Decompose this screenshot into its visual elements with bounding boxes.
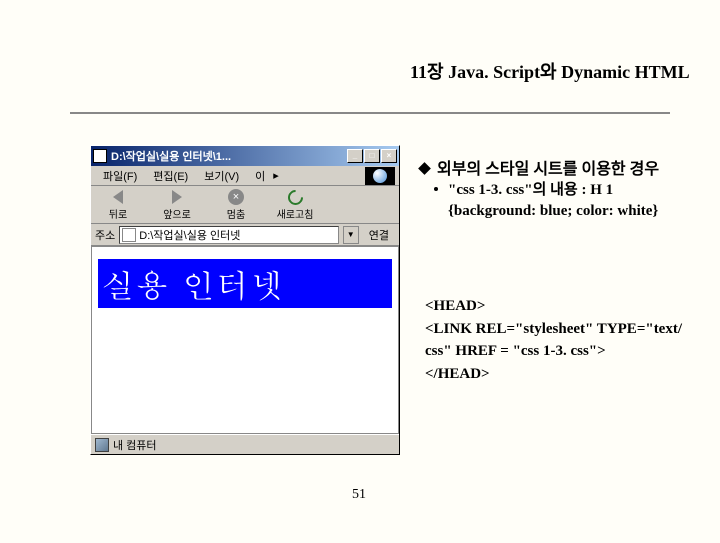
forward-label: 앞으로: [163, 206, 191, 221]
slide-title: 11장 Java. Script와 Dynamic HTML: [410, 58, 690, 84]
code-line: <LINK REL="stylesheet" TYPE="text/ css" …: [425, 318, 695, 363]
dot-bullet-icon: [434, 187, 438, 191]
status-text: 내 컴퓨터: [113, 437, 157, 453]
browser-viewport[interactable]: 실용 인터넷: [91, 246, 399, 434]
code-line: </HEAD>: [425, 363, 695, 386]
go-button[interactable]: 연결: [363, 227, 395, 243]
bullet-main: 외부의 스타일 시트를 이용한 경우: [420, 155, 700, 179]
back-button[interactable]: 뒤로: [95, 188, 141, 221]
back-label: 뒤로: [109, 206, 127, 221]
page-icon: [122, 228, 136, 242]
refresh-icon: [285, 188, 305, 206]
forward-arrow-icon: [167, 188, 187, 206]
address-dropdown-icon[interactable]: ▼: [343, 226, 359, 244]
demo-h1: 실용 인터넷: [98, 259, 392, 308]
address-value: D:\작업실\실용 인터넷: [139, 227, 240, 243]
computer-icon: [95, 438, 109, 452]
address-bar: 주소 D:\작업실\실용 인터넷 ▼ 연결: [91, 224, 399, 246]
window-buttons: _ □ ×: [347, 149, 397, 163]
ie-icon: [93, 149, 107, 163]
stop-label: 멈춤: [227, 206, 245, 221]
title-underline: [70, 112, 670, 114]
code-block: <HEAD> <LINK REL="stylesheet" TYPE="text…: [425, 295, 695, 385]
window-title-text: D:\작업실\실용 인터넷\1...: [111, 148, 347, 164]
menu-file[interactable]: 파일(F): [95, 166, 145, 186]
ie-logo: [365, 167, 395, 185]
window-titlebar[interactable]: D:\작업실\실용 인터넷\1... _ □ ×: [91, 146, 399, 166]
menu-overflow-icon[interactable]: ▸: [273, 169, 279, 182]
menubar: 파일(F) 편집(E) 보기(V) 이 ▸: [91, 166, 399, 186]
stop-button[interactable]: × 멈춤: [213, 188, 259, 221]
menu-more[interactable]: 이: [247, 166, 273, 186]
forward-button[interactable]: 앞으로: [149, 188, 205, 221]
minimize-button[interactable]: _: [347, 149, 363, 163]
close-button[interactable]: ×: [381, 149, 397, 163]
menu-view[interactable]: 보기(V): [196, 166, 247, 186]
statusbar: 내 컴퓨터: [91, 434, 399, 454]
maximize-button[interactable]: □: [364, 149, 380, 163]
sub-bullet-text: "css 1-3. css"의 내용 : H 1 {background: bl…: [448, 182, 658, 219]
refresh-label: 새로고침: [277, 206, 314, 221]
page-number: 51: [352, 487, 366, 503]
sub-bullet: "css 1-3. css"의 내용 : H 1 {background: bl…: [448, 180, 698, 222]
address-label: 주소: [95, 227, 115, 243]
toolbar: 뒤로 앞으로 × 멈춤 새로고침: [91, 186, 399, 224]
ie-logo-icon: [373, 169, 387, 183]
back-arrow-icon: [108, 188, 128, 206]
ie-browser-window: D:\작업실\실용 인터넷\1... _ □ × 파일(F) 편집(E) 보기(…: [90, 145, 400, 455]
address-input[interactable]: D:\작업실\실용 인터넷: [119, 226, 339, 244]
diamond-bullet-icon: [418, 162, 431, 175]
code-line: <HEAD>: [425, 295, 695, 318]
bullet-main-text: 외부의 스타일 시트를 이용한 경우: [437, 161, 659, 178]
refresh-button[interactable]: 새로고침: [267, 188, 323, 221]
menu-edit[interactable]: 편집(E): [145, 166, 196, 186]
stop-icon: ×: [226, 188, 246, 206]
